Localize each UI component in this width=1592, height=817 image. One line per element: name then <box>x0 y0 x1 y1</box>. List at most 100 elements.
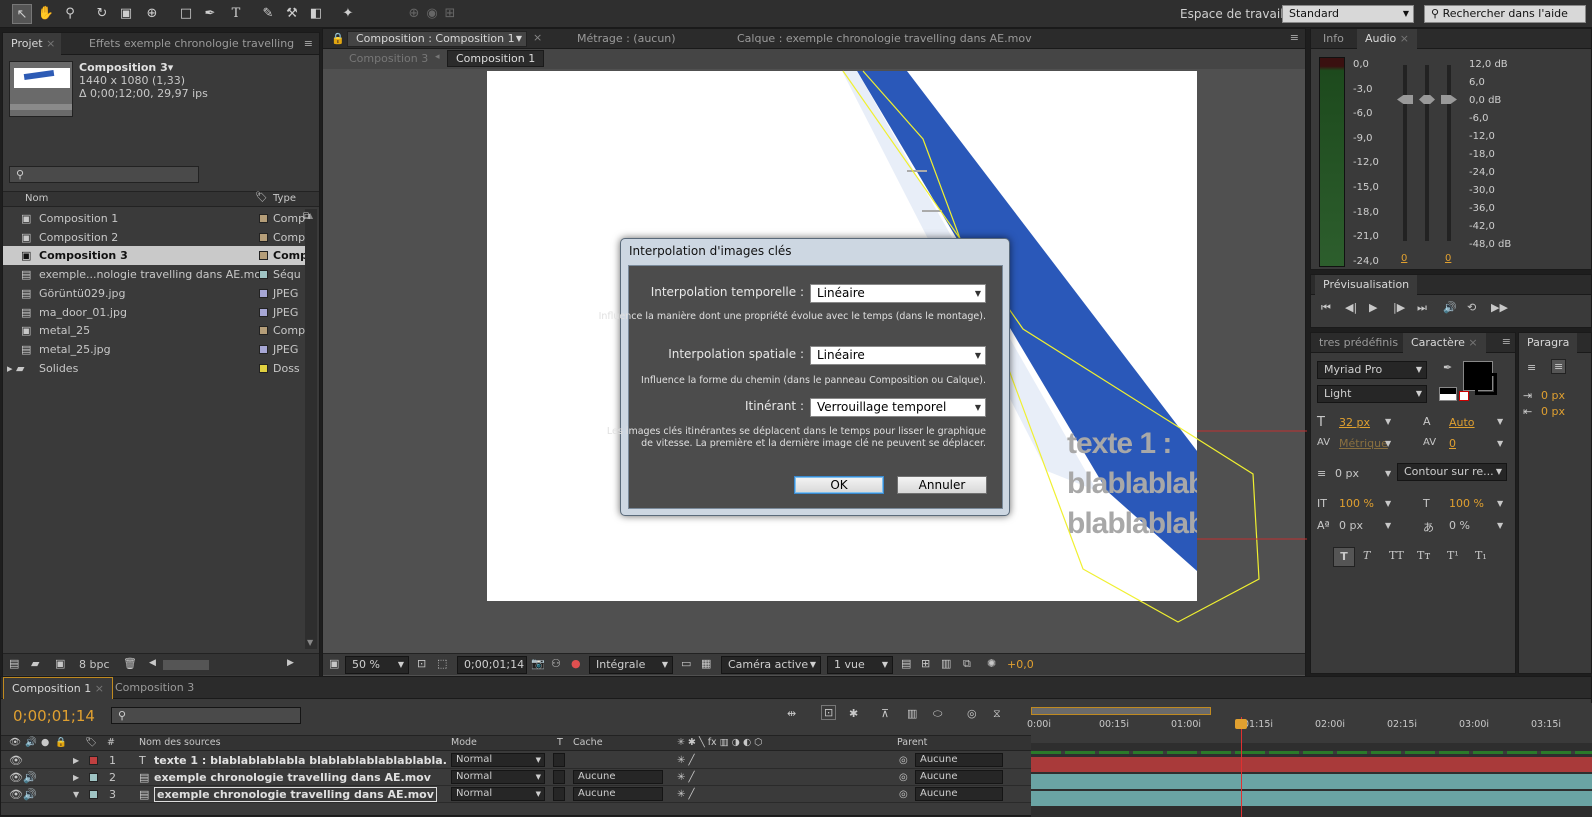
time-ruler[interactable]: 0:00i 00:15i 01:00i 01:15i 02:00i 02:15i 03:00… <box>1027 703 1592 743</box>
roving-select[interactable]: Verrouillage temporel ▼ <box>810 398 986 417</box>
fast-previews-icon[interactable]: ⊞ <box>921 657 930 670</box>
expand-arrow-icon[interactable]: ▼ <box>73 786 79 803</box>
first-frame-icon[interactable]: ⏮ <box>1321 301 1331 315</box>
baseline-shift-value[interactable]: 0 px <box>1339 519 1363 532</box>
layer-label-swatch[interactable] <box>89 773 98 782</box>
prev-frame-icon[interactable]: ◀| <box>1345 301 1357 314</box>
exposure-reset-icon[interactable]: ✺ <box>987 657 996 670</box>
chevron-down-icon[interactable]: ▼ <box>1385 499 1391 508</box>
label-color-swatch[interactable] <box>259 288 268 298</box>
transparency-grid-icon[interactable]: ▦ <box>701 657 711 670</box>
chevron-down-icon[interactable]: ▼ <box>1497 439 1503 448</box>
fit-icon[interactable]: ⊡ <box>417 657 426 670</box>
project-item[interactable]: ▣ Composition 3 Comp <box>3 246 308 266</box>
stroke-color-swatch[interactable] <box>1475 373 1497 395</box>
layer-switches[interactable]: ✳ ╱ <box>677 769 695 786</box>
expand-arrow-icon[interactable]: ▶ <box>73 769 79 786</box>
font-size-value[interactable]: 32 px <box>1339 416 1370 429</box>
layer-bar-2[interactable] <box>1031 774 1592 789</box>
indent-first-value[interactable]: 0 px <box>1541 405 1565 418</box>
draft-3d-icon[interactable]: ⊡ <box>821 705 837 720</box>
layer-mode-select[interactable]: Normal ▼ <box>451 770 545 784</box>
last-frame-icon[interactable]: ⏭ <box>1417 301 1427 315</box>
close-icon[interactable]: × <box>533 31 542 44</box>
visibility-icon[interactable]: 👁 <box>9 769 23 786</box>
scroll-right-icon[interactable]: ▶ <box>287 658 294 668</box>
clone-stamp-tool-icon[interactable]: ⚒ <box>282 4 302 24</box>
breadcrumb-comp3[interactable]: Composition 3 <box>349 52 428 65</box>
layer-label-swatch[interactable] <box>89 790 98 799</box>
frame-blending-icon[interactable]: ⊼ <box>881 707 889 720</box>
graph-editor-icon[interactable]: ⧖ <box>993 707 1001 721</box>
ok-button[interactable]: OK <box>794 476 884 494</box>
layer-parent-select[interactable]: Aucune <box>915 753 1003 767</box>
tab-composition[interactable]: Composition : Composition 1 ▼ <box>347 31 527 47</box>
zoom-select[interactable]: 50 % ▼ <box>345 656 409 674</box>
bpc-label[interactable]: 8 bpc <box>79 658 110 671</box>
timeline-search-input[interactable]: ⚲ <box>111 707 301 724</box>
next-frame-icon[interactable]: |▶ <box>1393 301 1405 314</box>
audio-slider-mid[interactable] <box>1425 65 1429 241</box>
label-color-swatch[interactable] <box>259 363 268 373</box>
leading-value[interactable]: Auto <box>1449 416 1475 429</box>
layer-name[interactable]: texte 1 : blablablablabla blablablablabl… <box>154 752 447 769</box>
comp-name[interactable]: Composition 3▾ <box>79 61 173 74</box>
layer-cache-select[interactable]: Aucune <box>573 787 663 801</box>
audio-slider-left[interactable] <box>1403 65 1407 241</box>
rotate-tool-icon[interactable]: ↻ <box>92 4 112 24</box>
layer-bar-3[interactable] <box>1031 791 1592 806</box>
timeline-icon[interactable]: ▥ <box>941 657 951 670</box>
slider-thumb-mid[interactable] <box>1419 95 1435 104</box>
camera-select[interactable]: Caméra active ▼ <box>721 656 821 674</box>
tsume-value[interactable]: 0 % <box>1449 519 1470 532</box>
label-color-swatch[interactable] <box>259 214 268 223</box>
label-color-swatch[interactable] <box>259 270 268 280</box>
layer-bar-1[interactable] <box>1031 757 1592 772</box>
label-color-swatch[interactable] <box>259 232 268 242</box>
panel-menu-icon[interactable]: ≡ <box>1290 31 1299 44</box>
subscript-icon[interactable]: T₁ <box>1475 549 1487 562</box>
track-matte-checkbox[interactable] <box>553 787 565 801</box>
toggle-pixel-aspect-icon[interactable]: ▤ <box>901 657 911 670</box>
workspace-select[interactable]: Standard ▼ <box>1282 5 1414 23</box>
current-time-indicator[interactable] <box>1241 717 1242 817</box>
spatial-interpolation-select[interactable]: Linéaire ▼ <box>810 346 986 365</box>
puppet-tool-icon[interactable]: ✦ <box>338 4 358 24</box>
audio-slider-right[interactable] <box>1447 65 1451 241</box>
camera-tool-icon[interactable]: ▣ <box>116 4 136 24</box>
rectangle-tool-icon[interactable]: □ <box>176 4 196 24</box>
project-item[interactable]: ▣ metal_25 Comp <box>3 321 305 340</box>
label-color-swatch[interactable] <box>259 344 268 354</box>
superscript-icon[interactable]: T¹ <box>1447 549 1459 562</box>
layer-row[interactable]: 👁 🔊 ▶ 2 ▤ exemple chronologie travelling dans… <box>1 769 1031 786</box>
stroke-width-value[interactable]: 0 px <box>1335 467 1359 480</box>
text-tool-icon[interactable]: T <box>226 4 246 24</box>
play-icon[interactable]: ▶ <box>1369 301 1377 314</box>
axis-mode-icon[interactable]: ⊕ <box>404 4 424 24</box>
slider-thumb-left[interactable] <box>1397 95 1413 104</box>
font-family-select[interactable]: Myriad Pro ▼ <box>1317 361 1427 379</box>
auto-keyframe-icon[interactable]: ◎ <box>967 707 977 720</box>
faux-bold-icon[interactable]: T <box>1333 547 1355 567</box>
chevron-down-icon[interactable]: ▼ <box>1385 521 1391 530</box>
small-caps-icon[interactable]: Tт <box>1417 549 1430 562</box>
chevron-down-icon[interactable]: ▼ <box>1497 417 1503 426</box>
source-name-header[interactable]: Nom des sources <box>139 736 221 750</box>
col-name-header[interactable]: Nom <box>25 193 48 204</box>
always-preview-icon[interactable]: ▣ <box>329 657 339 670</box>
flowchart-view-icon[interactable]: ⧉ <box>963 657 971 671</box>
align-left-icon[interactable]: ≡ <box>1527 361 1536 374</box>
tab-layer[interactable]: Calque : exemple chronologie travelling … <box>729 29 1040 49</box>
visibility-icon[interactable]: 👁 <box>9 786 23 803</box>
timeline-timecode[interactable]: 0;00;01;14 <box>13 707 95 725</box>
project-scrollbar[interactable]: ▲ ▼ <box>305 209 317 649</box>
safe-zones-icon[interactable]: ⬚ <box>437 657 447 670</box>
tab-footage[interactable]: Métrage : (aucun) <box>569 29 684 49</box>
slider-value-left[interactable]: 0 <box>1401 253 1407 264</box>
tab-presets[interactable]: tres prédéfinis <box>1311 333 1406 353</box>
horizontal-scale-value[interactable]: 100 % <box>1449 497 1484 510</box>
label-tag-icon[interactable]: 🏷 <box>255 192 268 203</box>
font-style-select[interactable]: Light ▼ <box>1317 385 1427 403</box>
eyedropper-icon[interactable]: ✒ <box>1443 361 1452 374</box>
interpret-footage-icon[interactable]: ▤ <box>9 657 19 670</box>
